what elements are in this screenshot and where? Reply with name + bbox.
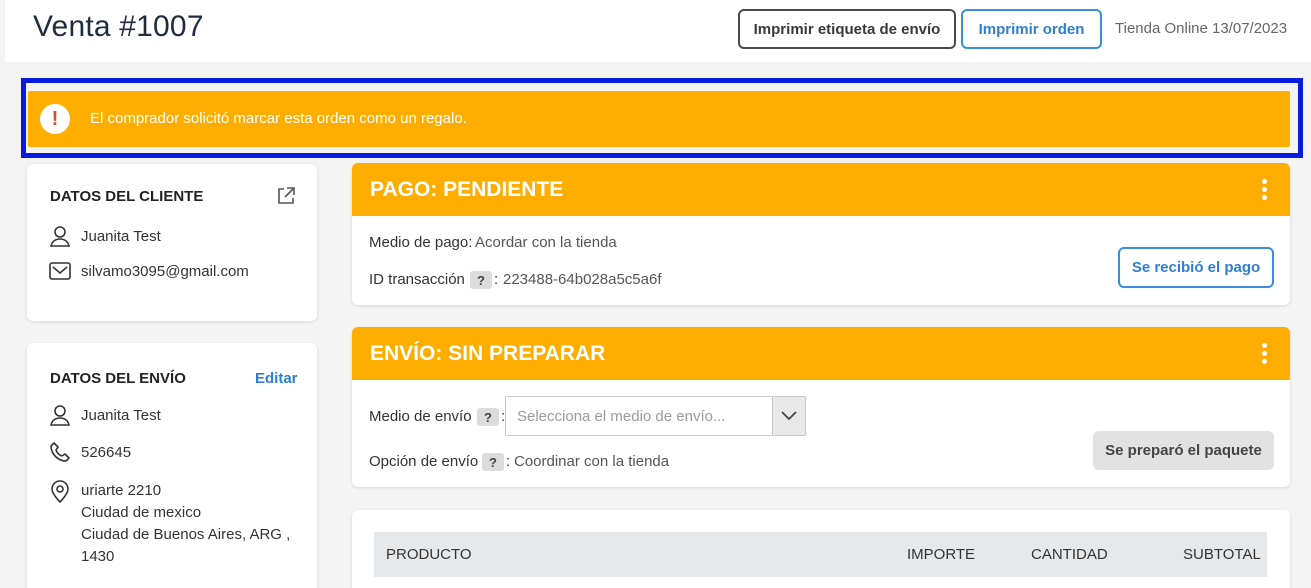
shipping-name: Juanita Test <box>81 406 161 424</box>
shipping-data-card: DATOS DEL ENVÍO Editar Juanita Test 5266… <box>27 343 317 588</box>
page-left-edge <box>0 0 5 588</box>
shipping-option-colon: : <box>506 453 511 470</box>
shipping-option-value: Coordinar con la tienda <box>514 453 670 470</box>
customer-name-row: Juanita Test <box>49 225 161 247</box>
shipping-option-help-icon[interactable]: ? <box>482 453 504 471</box>
payment-panel: PAGO: PENDIENTE Medio de pago: Acordar c… <box>352 163 1290 305</box>
customer-email: silvamo3095@gmail.com <box>81 262 249 280</box>
customer-heading: DATOS DEL CLIENTE <box>50 188 204 205</box>
column-header-quantity: CANTIDAD <box>1031 546 1108 563</box>
shipping-data-heading: DATOS DEL ENVÍO <box>50 370 186 387</box>
print-order-button[interactable]: Imprimir orden <box>961 9 1102 49</box>
alert-text: El comprador solicitó marcar esta orden … <box>90 110 467 127</box>
shipping-phone-row: 526645 <box>49 441 131 463</box>
shipment-panel-header: ENVÍO: SIN PREPARAR <box>352 327 1290 380</box>
mail-icon <box>49 262 71 280</box>
address-line-4: 1430 <box>81 548 115 565</box>
shipment-panel: ENVÍO: SIN PREPARAR Medio de envío ? : S… <box>352 327 1290 487</box>
address-line-3: Ciudad de Buenos Aires, ARG , <box>81 526 291 543</box>
payment-panel-header: PAGO: PENDIENTE <box>352 163 1290 216</box>
address-line-1: uriarte 2210 <box>81 482 162 499</box>
customer-name: Juanita Test <box>81 227 161 245</box>
user-icon <box>50 226 70 247</box>
shipping-method-help-icon[interactable]: ? <box>477 408 499 426</box>
phone-icon <box>50 442 70 462</box>
package-prepared-button[interactable]: Se preparó el paquete <box>1093 431 1274 470</box>
payment-method-value: Acordar con la tienda <box>475 234 617 251</box>
payment-status-title: PAGO: PENDIENTE <box>370 178 564 201</box>
location-pin-icon <box>51 480 69 503</box>
column-header-product: PRODUCTO <box>386 546 472 563</box>
page-header: Venta #1007 Imprimir etiqueta de envío I… <box>5 0 1311 62</box>
transaction-help-icon[interactable]: ? <box>470 271 492 289</box>
alert-icon: ! <box>40 104 70 134</box>
products-table-header: PRODUCTO IMPORTE CANTIDAD SUBTOTAL <box>374 532 1267 577</box>
payment-more-icon[interactable] <box>1262 179 1268 200</box>
products-card: PRODUCTO IMPORTE CANTIDAD SUBTOTAL <box>352 510 1290 588</box>
external-link-icon[interactable] <box>276 186 296 206</box>
page-title: Venta #1007 <box>33 10 204 43</box>
user-icon <box>50 405 70 426</box>
shipping-option-label: Opción de envío <box>369 453 479 470</box>
edit-shipping-link[interactable]: Editar <box>255 370 298 387</box>
payment-received-button[interactable]: Se recibió el pago <box>1118 247 1274 288</box>
transaction-id-value: 223488-64b028a5c5a6f <box>503 271 662 288</box>
shipment-more-icon[interactable] <box>1262 343 1268 364</box>
shipping-name-row: Juanita Test <box>49 404 161 426</box>
transaction-colon: : <box>494 271 499 288</box>
store-date-text: Tienda Online 13/07/2023 <box>1115 20 1288 37</box>
address-line-2: Ciudad de mexico <box>81 504 202 521</box>
chevron-down-icon[interactable] <box>772 397 805 435</box>
shipping-method-label: Medio de envío <box>369 408 472 425</box>
payment-method-label: Medio de pago: <box>369 234 473 251</box>
shipping-method-select[interactable]: Selecciona el medio de envío... <box>505 396 806 436</box>
shipping-method-placeholder: Selecciona el medio de envío... <box>517 408 726 425</box>
gift-alert-banner: ! El comprador solicitó marcar esta orde… <box>28 91 1290 147</box>
transaction-id-label: ID transacción <box>369 271 465 288</box>
column-header-subtotal: SUBTOTAL <box>1183 546 1261 563</box>
shipping-phone: 526645 <box>81 443 132 461</box>
customer-email-row: silvamo3095@gmail.com <box>49 262 249 280</box>
customer-card: DATOS DEL CLIENTE Juanita Test silvamo30… <box>27 164 317 321</box>
column-header-price: IMPORTE <box>907 546 976 563</box>
shipment-status-title: ENVÍO: SIN PREPARAR <box>370 342 606 365</box>
print-shipping-label-button[interactable]: Imprimir etiqueta de envío <box>738 9 956 49</box>
